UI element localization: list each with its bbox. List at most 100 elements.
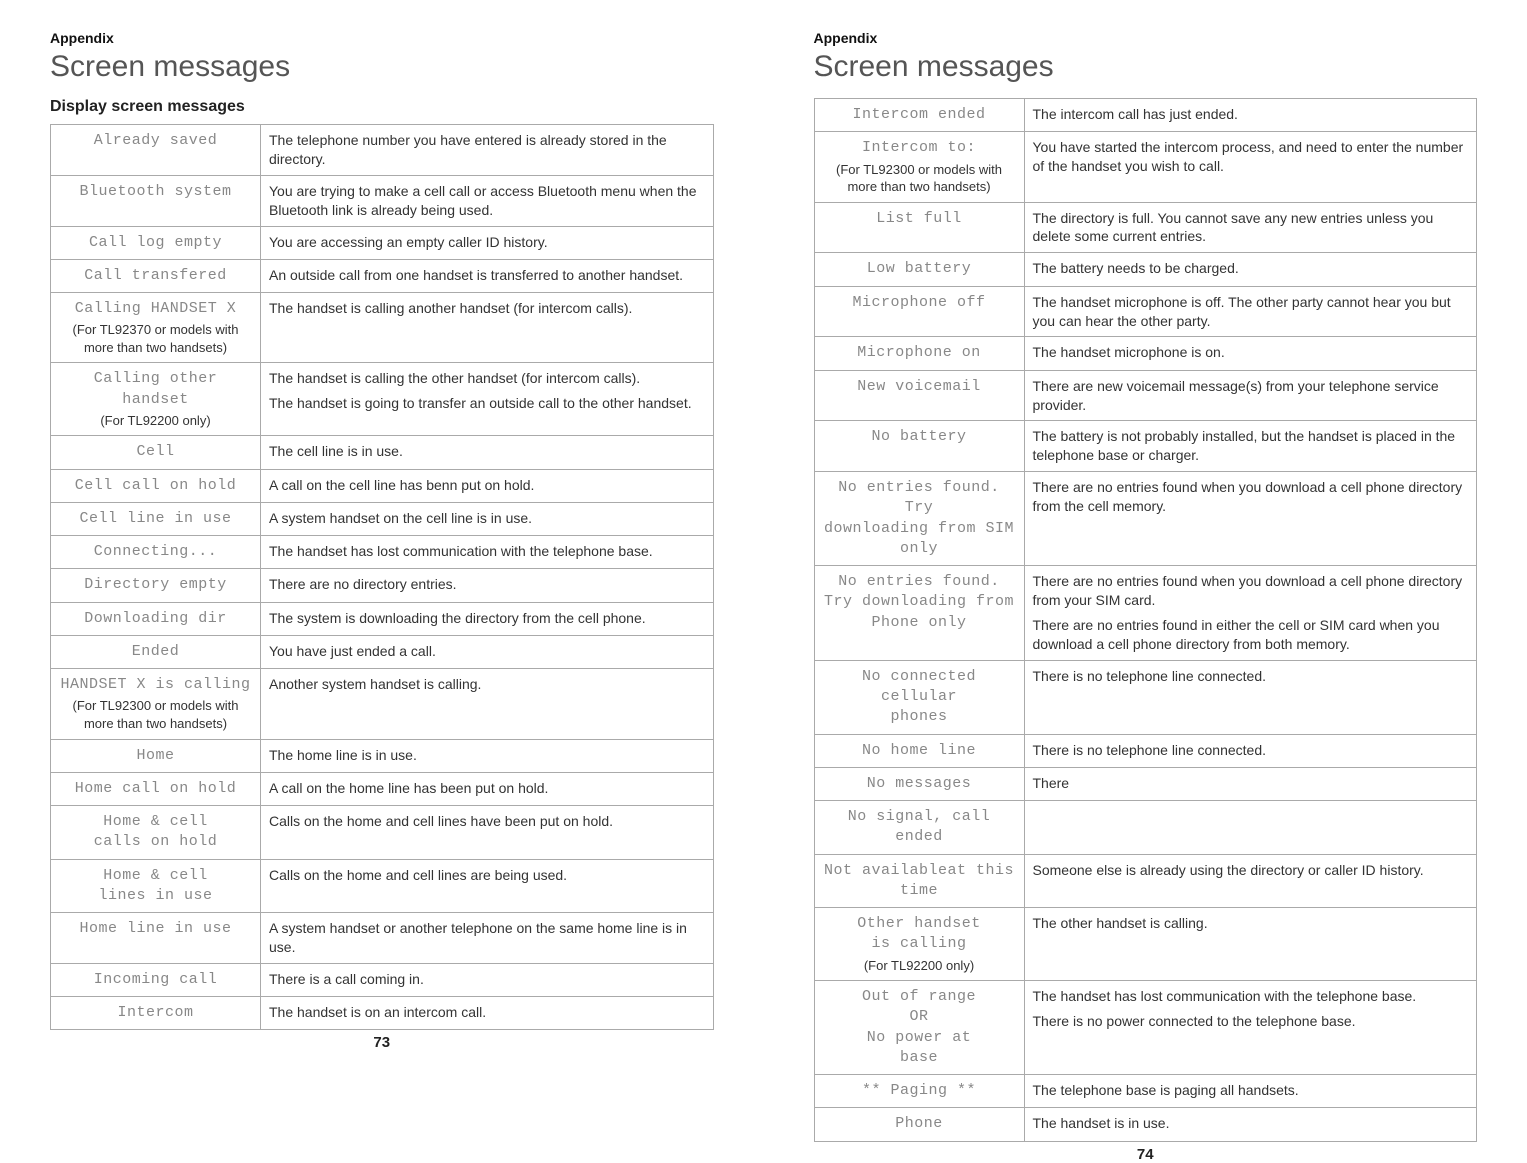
lcd-line: Incoming call	[59, 970, 252, 990]
message-desc: The battery is not probably installed, b…	[1033, 427, 1469, 465]
message-desc: There is no power connected to the telep…	[1033, 1012, 1469, 1031]
message-key-cell: Directory empty	[51, 569, 261, 602]
message-desc: The handset is in use.	[1033, 1114, 1469, 1133]
table-row: No signal, call ended	[814, 801, 1477, 855]
message-desc-cell: There is no telephone line connected.	[1024, 660, 1477, 734]
lcd-text: No connected cellularphones	[823, 667, 1016, 728]
message-desc-cell: You are accessing an empty caller ID his…	[261, 226, 714, 259]
lcd-line: Downloading dir	[59, 609, 252, 629]
message-key-cell: Home line in use	[51, 913, 261, 964]
lcd-text: Connecting...	[59, 542, 252, 562]
table-row: Incoming callThere is a call coming in.	[51, 963, 714, 996]
message-desc: An outside call from one handset is tran…	[269, 266, 705, 285]
lcd-text: Bluetooth system	[59, 182, 252, 202]
table-row: Home line in useA system handset or anot…	[51, 913, 714, 964]
model-note: (For TL92200 only)	[823, 957, 1016, 975]
message-key-cell: No connected cellularphones	[814, 660, 1024, 734]
table-row: HANDSET X is calling(For TL92300 or mode…	[51, 669, 714, 739]
message-desc: The cell line is in use.	[269, 442, 705, 461]
message-key-cell: No entries found. Trydownloading from SI…	[814, 472, 1024, 566]
section-subhead: Display screen messages	[50, 98, 714, 116]
message-desc: The handset is calling another handset (…	[269, 299, 705, 318]
lcd-line: Try downloading from	[823, 592, 1016, 612]
model-note: (For TL92300 or models with more than tw…	[823, 161, 1016, 196]
message-desc: There are no entries found when you down…	[1033, 572, 1469, 610]
lcd-text: Ended	[59, 642, 252, 662]
message-desc: The telephone base is paging all handset…	[1033, 1081, 1469, 1100]
lcd-line: No battery	[823, 427, 1016, 447]
message-desc: There is no telephone line connected.	[1033, 667, 1469, 686]
message-key-cell: Ended	[51, 635, 261, 668]
message-desc-cell: The handset has lost communication with …	[1024, 981, 1477, 1075]
message-desc-cell: There are no entries found when you down…	[1024, 566, 1477, 661]
message-desc-cell: A system handset on the cell line is in …	[261, 502, 714, 535]
page-title: Screen messages	[814, 50, 1478, 84]
message-key-cell: Cell call on hold	[51, 469, 261, 502]
message-desc: The system is downloading the directory …	[269, 609, 705, 628]
message-key-cell: Already saved	[51, 125, 261, 176]
page-number: 73	[50, 1034, 714, 1051]
message-desc: Another system handset is calling.	[269, 675, 705, 694]
message-desc: The home line is in use.	[269, 746, 705, 765]
message-desc-cell: The battery needs to be charged.	[1024, 253, 1477, 286]
lcd-line: No power at	[823, 1028, 1016, 1048]
message-desc-cell: Calls on the home and cell lines have be…	[261, 806, 714, 860]
message-desc-cell: An outside call from one handset is tran…	[261, 259, 714, 292]
lcd-text: New voicemail	[823, 377, 1016, 397]
lcd-text: Downloading dir	[59, 609, 252, 629]
lcd-line: Cell line in use	[59, 509, 252, 529]
message-key-cell: Microphone off	[814, 286, 1024, 337]
table-row: No entries found. Trydownloading from SI…	[814, 472, 1477, 566]
message-desc-cell: The other handset is calling.	[1024, 908, 1477, 981]
table-row: Not availableat thistimeSomeone else is …	[814, 854, 1477, 908]
message-desc-cell: The telephone number you have entered is…	[261, 125, 714, 176]
message-desc: You have started the intercom process, a…	[1033, 138, 1469, 176]
message-desc: There are no entries found in either the…	[1033, 616, 1469, 654]
lcd-text: Microphone off	[823, 293, 1016, 313]
table-row: No messagesThere	[814, 767, 1477, 800]
lcd-line: base	[823, 1048, 1016, 1068]
message-desc: A call on the home line has been put on …	[269, 779, 705, 798]
lcd-text: Directory empty	[59, 575, 252, 595]
message-desc: Calls on the home and cell lines have be…	[269, 812, 705, 831]
message-key-cell: Home call on hold	[51, 772, 261, 805]
lcd-line: New voicemail	[823, 377, 1016, 397]
message-desc-cell	[1024, 801, 1477, 855]
table-row: Calling HANDSET X(For TL92370 or models …	[51, 293, 714, 363]
lcd-line: Intercom to:	[823, 138, 1016, 158]
table-row: Home call on hold A call on the home line…	[51, 772, 714, 805]
lcd-line: OR	[823, 1007, 1016, 1027]
lcd-text: Already saved	[59, 131, 252, 151]
message-desc: The handset microphone is off. The other…	[1033, 293, 1469, 331]
message-desc: The handset is calling the other handset…	[269, 369, 705, 388]
lcd-text: Intercom to:	[823, 138, 1016, 158]
message-desc: You have just ended a call.	[269, 642, 705, 661]
page-title: Screen messages	[50, 50, 714, 84]
table-row: IntercomThe handset is on an intercom ca…	[51, 997, 714, 1030]
message-key-cell: Low battery	[814, 253, 1024, 286]
lcd-text: Not availableat thistime	[823, 861, 1016, 902]
table-row: No home lineThere is no telephone line c…	[814, 734, 1477, 767]
lcd-line: Calling HANDSET X	[59, 299, 252, 319]
message-desc-cell: A call on the cell line has benn put on …	[261, 469, 714, 502]
message-key-cell: Home & celllines in use	[51, 859, 261, 913]
lcd-text: No entries found. Trydownloading from SI…	[823, 478, 1016, 559]
message-key-cell: Intercom ended	[814, 99, 1024, 132]
lcd-text: No battery	[823, 427, 1016, 447]
message-desc-cell: There are no entries found when you down…	[1024, 472, 1477, 566]
lcd-line: time	[823, 881, 1016, 901]
message-desc-cell: The handset is calling another handset (…	[261, 293, 714, 363]
lcd-line: No signal, call ended	[823, 807, 1016, 848]
message-desc-cell: There	[1024, 767, 1477, 800]
table-row: HomeThe home line is in use.	[51, 739, 714, 772]
table-row: Cell call on holdA call on the cell line…	[51, 469, 714, 502]
lcd-text: Low battery	[823, 259, 1016, 279]
message-desc: You are accessing an empty caller ID his…	[269, 233, 705, 252]
table-row: Call transferedAn outside call from one …	[51, 259, 714, 292]
lcd-text: Home & celllines in use	[59, 866, 252, 907]
message-key-cell: ** Paging **	[814, 1075, 1024, 1108]
lcd-text: Cell	[59, 442, 252, 462]
message-key-cell: No signal, call ended	[814, 801, 1024, 855]
page-left: Appendix Screen messages Display screen …	[0, 0, 764, 1101]
message-desc: There	[1033, 774, 1469, 793]
